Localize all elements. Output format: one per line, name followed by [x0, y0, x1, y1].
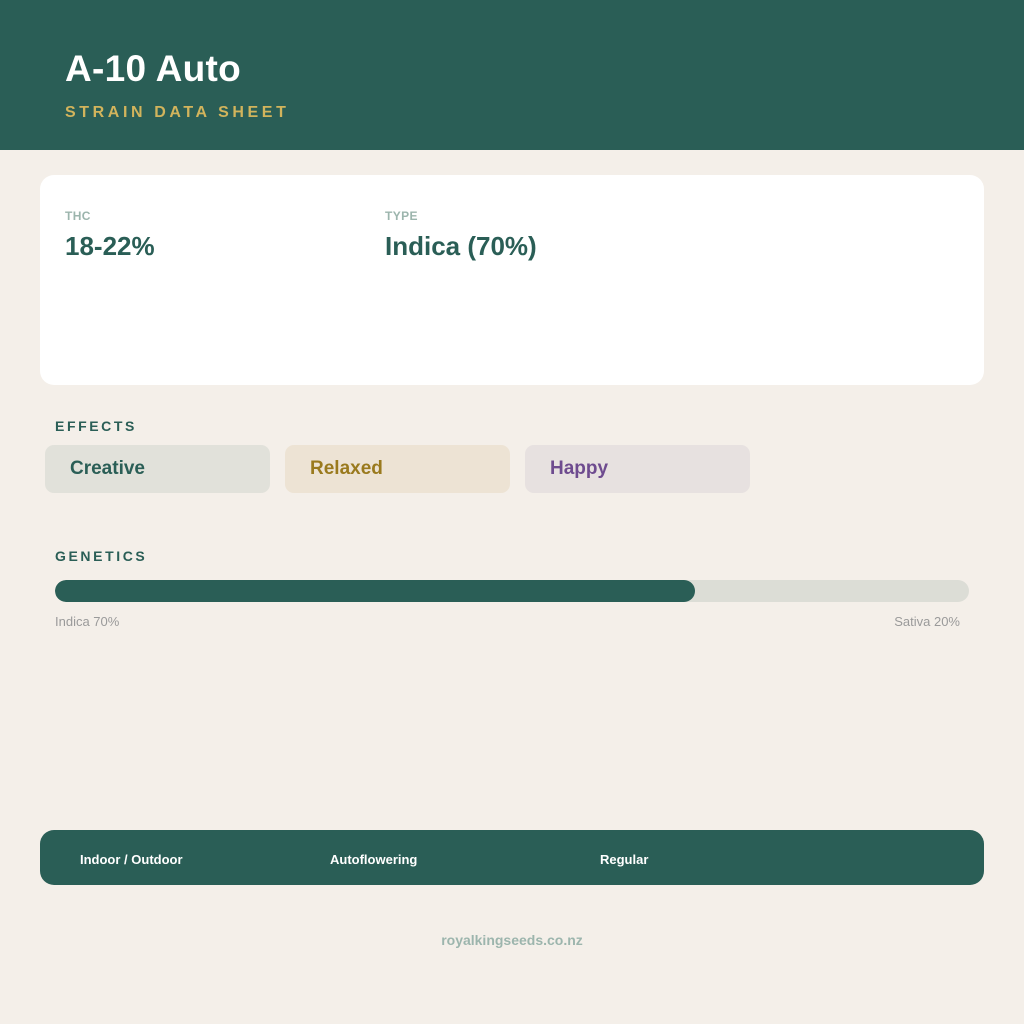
website-link[interactable]: royalkingseeds.co.nz [0, 932, 1024, 948]
footer-attributes-bar: Indoor / Outdoor Autoflowering Regular [40, 830, 984, 885]
sativa-caption: Sativa 20% [894, 614, 960, 629]
type-label: TYPE [385, 209, 418, 223]
effect-chip-relaxed: Relaxed [285, 445, 510, 493]
genetics-bar-indica-fill [55, 580, 695, 602]
thc-value: 18-22% [65, 231, 155, 261]
header-banner: A-10 Auto STRAIN DATA SHEET [0, 0, 1024, 150]
page-subtitle: STRAIN DATA SHEET [65, 104, 290, 121]
genetics-bar [55, 580, 969, 602]
thc-label: THC [65, 209, 91, 223]
footer-item-environment: Indoor / Outdoor [80, 852, 183, 867]
effects-heading: EFFECTS [55, 418, 137, 434]
page-title: A-10 Auto [65, 48, 242, 89]
effect-chip-happy: Happy [525, 445, 750, 493]
indica-caption: Indica 70% [55, 614, 120, 629]
footer-item-flowering: Autoflowering [330, 852, 418, 867]
genetics-heading: GENETICS [55, 548, 148, 564]
stats-card: THC 18-22% TYPE Indica (70%) [40, 175, 984, 385]
footer-item-seed-type: Regular [600, 852, 649, 867]
type-value: Indica (70%) [385, 231, 537, 261]
effect-chip-creative: Creative [45, 445, 270, 493]
